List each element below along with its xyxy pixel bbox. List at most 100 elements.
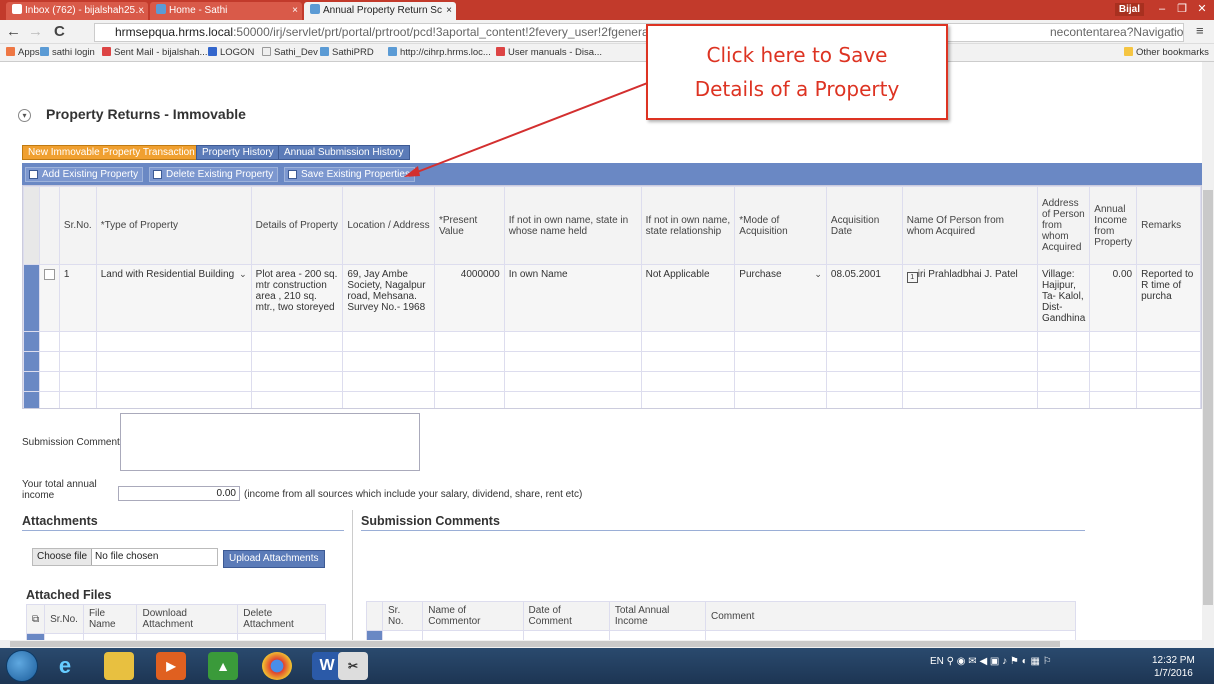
clock[interactable]: 12:32 PM 1/7/2016: [1152, 654, 1195, 680]
bookmark-sathi-login[interactable]: sathi login: [40, 47, 95, 58]
cell-relationship[interactable]: Not Applicable: [640, 264, 736, 332]
tab-home-sathi[interactable]: Home - Sathi ×: [150, 2, 302, 20]
restore-icon[interactable]: ❐: [1172, 2, 1192, 16]
table-row[interactable]: [23, 371, 1201, 392]
tab-inbox[interactable]: Inbox (762) - bijalshah25… ×: [6, 2, 148, 20]
bookmark-sent-mail[interactable]: Sent Mail - bijalshah...: [102, 47, 207, 58]
comments-select-all[interactable]: [366, 601, 383, 631]
chevron-down-icon[interactable]: ⌄: [814, 269, 822, 280]
close-icon[interactable]: ×: [292, 2, 298, 20]
bookmark-logon[interactable]: LOGON: [208, 47, 254, 58]
cell-remarks[interactable]: Reported to R time of purcha: [1136, 264, 1201, 332]
select-all-icon[interactable]: ⧉: [25, 604, 46, 634]
forward-icon[interactable]: →: [28, 23, 43, 40]
col-header-file-name: File Name: [82, 604, 138, 634]
new-transaction-button[interactable]: New Immovable Property Transaction: [22, 145, 201, 160]
minimize-icon[interactable]: –: [1152, 2, 1172, 16]
attachments-title: Attachments: [22, 514, 98, 528]
col-header-held-name: If not in own name, state in whose name …: [503, 186, 642, 265]
user-badge[interactable]: Bijal: [1114, 3, 1144, 16]
cell-srno: 1: [58, 264, 97, 332]
horizontal-scroll-thumb[interactable]: [10, 641, 1060, 647]
cell-held-name[interactable]: In own Name: [503, 264, 642, 332]
add-existing-property-button[interactable]: Add Existing Property: [25, 167, 144, 182]
media-player-icon[interactable]: ▶: [156, 652, 186, 680]
upload-attachments-button[interactable]: Upload Attachments: [223, 550, 325, 568]
chevron-down-icon[interactable]: ⌄: [239, 269, 247, 280]
start-button[interactable]: [6, 650, 38, 682]
property-grid: Sr.No. *Type of Property Details of Prop…: [22, 185, 1202, 409]
tab-annual-property-return[interactable]: Annual Property Return Sc ×: [304, 2, 456, 20]
row-selector[interactable]: [23, 264, 40, 332]
sathi-icon: [310, 4, 320, 14]
row-checkbox-cell: [38, 264, 60, 332]
app-icon[interactable]: ▲: [208, 652, 238, 680]
cell-mode-select[interactable]: ⌄ Purchase: [734, 264, 827, 332]
cell-present-value[interactable]: 4000000: [433, 264, 505, 332]
col-header-details: Details of Property: [250, 186, 344, 265]
income-note: (income from all sources which include y…: [244, 489, 583, 500]
table-row[interactable]: [23, 331, 1201, 352]
url-input[interactable]: hrmsepqua.hrms.local:50000/irj/servlet/p…: [94, 23, 1184, 42]
submission-comments-label: Submission Comments: [22, 437, 125, 448]
col-header-relationship: If not in own name, state relationship: [640, 186, 736, 265]
cell-type-select[interactable]: ⌄ Land with Residential Building: [95, 264, 252, 332]
save-existing-properties-button[interactable]: Save Existing Properties: [284, 167, 415, 182]
col-header-delete: Delete Attachment: [237, 604, 326, 634]
menu-icon[interactable]: ≡: [1196, 23, 1204, 38]
explorer-icon[interactable]: [104, 652, 134, 680]
col-header-comment-date: Date of Comment: [522, 601, 610, 631]
collapse-icon[interactable]: ▾: [18, 109, 31, 122]
system-tray[interactable]: EN ⚲ ◉ ✉ ◀ ▣ ♪ ⚑ ◐ ▦ ⚐: [930, 656, 1052, 667]
reload-icon[interactable]: C: [54, 23, 65, 40]
income-input[interactable]: 0.00: [118, 486, 240, 501]
chrome-icon[interactable]: [262, 652, 292, 680]
save-icon: [288, 170, 297, 179]
table-row[interactable]: 1 ⌄ Land with Residential Building Plot a…: [23, 264, 1201, 332]
close-icon[interactable]: ×: [446, 2, 452, 20]
annual-submission-history-button[interactable]: Annual Submission History: [278, 145, 410, 160]
col-header-mode: *Mode of Acquisition: [734, 186, 827, 265]
choose-file-button[interactable]: Choose file: [33, 549, 93, 565]
grid-toolbar: Add Existing Property Delete Existing Pr…: [22, 163, 1202, 185]
back-icon[interactable]: ←: [6, 23, 21, 40]
cell-income[interactable]: 0.00: [1089, 264, 1138, 332]
vertical-scroll-thumb[interactable]: [1203, 190, 1213, 605]
cell-person[interactable]: 1 iri Prahladbhai J. Patel: [901, 264, 1038, 332]
col-header-income: Annual Income from Property: [1089, 186, 1138, 265]
close-icon[interactable]: ×: [138, 2, 144, 20]
bookmark-sathiprd[interactable]: SathiPRD: [320, 47, 374, 58]
col-header-date: Acquisition Date: [825, 186, 903, 265]
bookmark-apps[interactable]: Apps: [6, 47, 40, 58]
table-row[interactable]: [23, 351, 1201, 372]
file-chooser[interactable]: Choose file No file chosen: [32, 548, 218, 566]
bookmark-cihrp[interactable]: http://cihrp.hrms.loc...: [388, 47, 491, 58]
sathi-icon: [156, 4, 166, 14]
snipping-tool-icon[interactable]: ✂: [338, 652, 368, 680]
star-icon[interactable]: ☆: [1168, 24, 1179, 41]
col-header-total-income: Total Annual Income: [608, 601, 707, 631]
close-window-icon[interactable]: ✕: [1192, 2, 1212, 16]
col-header-commentor: Name of Commentor: [422, 601, 524, 631]
grid-select-all[interactable]: [23, 186, 40, 265]
delete-existing-property-button[interactable]: Delete Existing Property: [149, 167, 279, 182]
calendar-icon[interactable]: 1: [906, 272, 918, 283]
submission-comments-textarea[interactable]: [120, 413, 420, 471]
ie-icon[interactable]: e: [50, 652, 80, 680]
submission-comments-title: Submission Comments: [361, 514, 500, 528]
col-header-remarks: Remarks: [1136, 186, 1201, 265]
cell-date[interactable]: 08.05.2001: [825, 264, 903, 332]
bookmark-other[interactable]: Other bookmarks: [1124, 47, 1209, 58]
table-row[interactable]: [23, 391, 1201, 408]
cell-person-address[interactable]: Village: Hajipur, Ta- Kalol, Dist- Gandh…: [1036, 264, 1091, 332]
cell-details[interactable]: Plot area - 200 sq. mtr construction are…: [250, 264, 344, 332]
callout-box: Click here to Save Details of a Property: [646, 24, 948, 120]
add-icon: [29, 170, 38, 179]
col-header-srno: Sr.No.: [58, 186, 97, 265]
cell-location[interactable]: 69, Jay Ambe Society, Nagalpur road, Meh…: [342, 264, 435, 332]
row-checkbox[interactable]: [43, 269, 55, 280]
bookmark-user-manuals[interactable]: User manuals - Disa...: [496, 47, 602, 58]
bookmark-sathi-dev[interactable]: Sathi_Dev: [262, 47, 318, 58]
property-history-button[interactable]: Property History: [196, 145, 280, 160]
gmail-icon: [12, 4, 22, 14]
